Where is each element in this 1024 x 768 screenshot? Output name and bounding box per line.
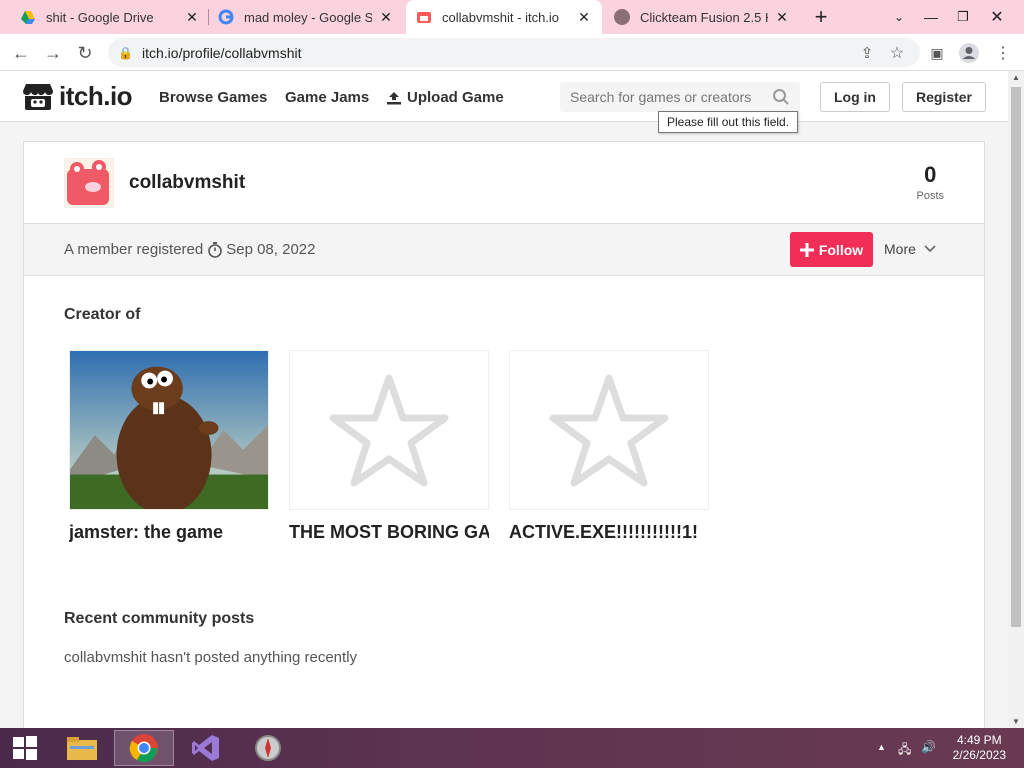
avatar	[64, 158, 114, 208]
posts-counter[interactable]: 0 Posts	[916, 162, 944, 202]
volume-icon[interactable]: 🔊	[921, 740, 936, 754]
tray-chevron-icon[interactable]: ▲	[877, 742, 886, 752]
game-thumbnail[interactable]	[289, 350, 489, 510]
close-icon[interactable]: ✕	[774, 9, 790, 26]
back-icon[interactable]: ←	[8, 40, 34, 66]
itchio-logo-icon	[23, 83, 53, 110]
logo-text: itch.io	[59, 81, 133, 111]
nav-game-jams[interactable]: Game Jams	[285, 89, 369, 106]
new-tab-icon[interactable]: +	[808, 4, 834, 30]
more-dropdown[interactable]: More	[884, 241, 936, 257]
itchio-logo[interactable]: itch.io	[22, 81, 133, 112]
game-thumbnail[interactable]	[69, 350, 269, 510]
menu-icon[interactable]: ⋮	[990, 40, 1016, 66]
game-title[interactable]: jamster: the game	[69, 522, 269, 543]
community-posts-empty: collabvmshit hasn't posted anything rece…	[64, 649, 358, 666]
tab-title: shit - Google Drive	[46, 9, 154, 25]
plus-icon	[799, 242, 814, 257]
network-icon[interactable]: 🖧	[898, 740, 911, 761]
creator-of-heading: Creator of	[64, 306, 141, 323]
taskbar-clock[interactable]: 4:49 PM 2/26/2023	[953, 733, 1006, 763]
star-placeholder-icon	[549, 374, 669, 486]
scroll-up-icon[interactable]: ▲	[1012, 73, 1020, 82]
tab-title: Clickteam Fusion 2.5 HTML	[640, 9, 768, 25]
validation-tooltip: Please fill out this field.	[658, 111, 799, 133]
login-button[interactable]: Log in	[820, 82, 890, 112]
game-title[interactable]: THE MOST BORING GAME	[289, 522, 489, 543]
file-explorer-icon[interactable]	[52, 730, 112, 766]
chevron-down-icon	[924, 245, 936, 253]
close-icon[interactable]: ✕	[378, 9, 394, 26]
share-icon[interactable]: ⇪	[854, 40, 880, 66]
scrollbar-thumb[interactable]	[1011, 87, 1021, 627]
itchio-icon	[416, 9, 432, 25]
nav-browse-games[interactable]: Browse Games	[159, 89, 267, 106]
google-icon	[218, 9, 234, 25]
nav-upload-game[interactable]: Upload Game	[386, 89, 504, 106]
search-icon[interactable]	[772, 88, 790, 106]
close-icon[interactable]: ✕	[184, 9, 200, 26]
globe-icon	[614, 9, 630, 25]
address-bar[interactable]: 🔒 itch.io/profile/collabvmshit	[108, 38, 920, 67]
game-card[interactable]: ACTIVE.EXE!!!!!!!!!!!1!	[509, 350, 709, 543]
posts-label: Posts	[916, 190, 944, 202]
more-label: More	[884, 241, 916, 257]
chrome-icon[interactable]	[114, 730, 174, 766]
page-viewport: itch.io Browse Games Game Jams Upload Ga…	[0, 71, 1008, 728]
lock-icon: 🔒	[118, 45, 133, 60]
game-card[interactable]: THE MOST BORING GAME	[289, 350, 489, 543]
registration-info: A member registered Sep 08, 2022	[64, 241, 315, 258]
windows-start-icon[interactable]	[0, 730, 50, 766]
tab-google-drive[interactable]: shit - Google Drive ✕	[10, 0, 210, 34]
tab-clickteam[interactable]: Clickteam Fusion 2.5 HTML ✕	[604, 0, 800, 34]
registered-date: Sep 08, 2022	[226, 241, 316, 258]
tab-itchio[interactable]: collabvmshit - itch.io ✕	[406, 0, 602, 34]
registered-text: A member registered	[64, 241, 204, 258]
tab-title: mad moley - Google Search	[244, 9, 372, 25]
browser-tab-bar: shit - Google Drive ✕ mad moley - Google…	[0, 0, 1024, 34]
close-icon[interactable]: ✕	[576, 9, 592, 26]
restore-icon[interactable]: ❐	[950, 4, 976, 30]
clock-date: 2/26/2023	[952, 748, 1006, 762]
game-card[interactable]: jamster: the game	[69, 350, 269, 543]
page-scrollbar[interactable]: ▲ ▼	[1008, 71, 1024, 728]
bookmark-star-icon[interactable]: ☆	[884, 40, 910, 66]
site-header: itch.io Browse Games Game Jams Upload Ga…	[0, 71, 1008, 133]
reload-icon[interactable]: ↻	[72, 40, 98, 66]
side-panel-icon[interactable]: ▣	[924, 40, 950, 66]
chevron-down-icon[interactable]: ⌄	[886, 4, 912, 30]
profile-icon[interactable]	[956, 40, 982, 66]
search-placeholder: Search for games or creators	[570, 89, 752, 105]
follow-label: Follow	[818, 241, 864, 258]
register-button[interactable]: Register	[902, 82, 986, 112]
app-icon[interactable]	[238, 730, 298, 766]
search-input[interactable]: Search for games or creators	[560, 82, 800, 112]
forward-icon[interactable]: →	[40, 40, 66, 66]
profile-meta-bar: A member registered Sep 08, 2022 Follow …	[24, 224, 984, 276]
posts-count: 0	[924, 162, 937, 187]
upload-label: Upload Game	[407, 89, 504, 106]
profile-header: collabvmshit 0 Posts	[24, 142, 984, 224]
stopwatch-icon	[208, 242, 223, 258]
google-drive-icon	[20, 9, 36, 25]
tab-google-search[interactable]: mad moley - Google Search ✕	[208, 0, 404, 34]
upload-icon	[387, 91, 401, 104]
tab-title: collabvmshit - itch.io	[442, 9, 560, 25]
follow-button[interactable]: Follow	[790, 232, 873, 267]
browser-toolbar: ← → ↻ 🔒 itch.io/profile/collabvmshit ⇪ ☆…	[0, 34, 1024, 71]
star-placeholder-icon	[329, 374, 449, 486]
community-posts-heading: Recent community posts	[64, 610, 255, 627]
game-title[interactable]: ACTIVE.EXE!!!!!!!!!!!1!	[509, 522, 709, 543]
jamster-cover-image	[70, 351, 268, 509]
url-text: itch.io/profile/collabvmshit	[142, 44, 302, 61]
profile-card: collabvmshit 0 Posts A member registered…	[23, 141, 985, 728]
window-close-icon[interactable]: ✕	[984, 4, 1010, 30]
scroll-down-icon[interactable]: ▼	[1012, 717, 1020, 726]
windows-taskbar: ▲ 🖧 🔊 4:49 PM 2/26/2023	[0, 728, 1024, 768]
minimize-icon[interactable]: —	[918, 4, 944, 30]
profile-username: collabvmshit	[129, 172, 246, 193]
clock-time: 4:49 PM	[956, 733, 1002, 747]
game-thumbnail[interactable]	[509, 350, 709, 510]
visual-studio-icon[interactable]	[176, 730, 236, 766]
